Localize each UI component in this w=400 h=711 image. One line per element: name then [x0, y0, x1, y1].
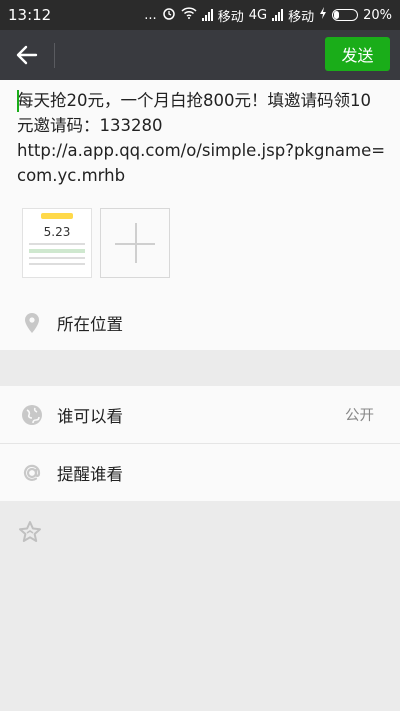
thumbnail-amount: 5.23 [43, 225, 71, 239]
image-thumbnail[interactable]: 5.23 [22, 208, 92, 278]
star-icon[interactable] [18, 520, 42, 544]
thumbnail-bar [29, 249, 85, 253]
carrier-2: 移动 [288, 9, 315, 25]
signal-icon-2 [272, 9, 284, 21]
thumbnail-line [29, 263, 85, 265]
battery-percent: 20% [363, 7, 392, 23]
send-button[interactable]: 发送 [325, 37, 390, 71]
title-divider [54, 43, 55, 68]
status-bar: 13:12 ... 移动 4G 移动 20% [0, 0, 400, 30]
compose-panel: 每天抢20元，一个月白抢800元！填邀请码领10元邀请码：133280 http… [0, 80, 400, 350]
location-label: 所在位置 [57, 315, 123, 334]
title-bar: 发送 [0, 30, 400, 80]
add-image-button[interactable] [100, 208, 170, 278]
location-pin-icon [20, 311, 44, 335]
thumbnail-header [41, 213, 73, 219]
settings-list: 谁可以看 公开 提醒谁看 [0, 386, 400, 501]
charging-icon [319, 7, 327, 23]
thumbnail-line [29, 257, 85, 259]
visibility-value: 公开 [345, 408, 374, 424]
notification-dots: ... [144, 7, 157, 23]
at-icon [20, 461, 44, 485]
back-arrow-icon[interactable] [14, 42, 40, 68]
remind-label: 提醒谁看 [57, 464, 123, 484]
carrier-1: 移动 [217, 9, 244, 25]
signal-icon [201, 9, 213, 21]
text-caret [17, 90, 19, 112]
location-row[interactable]: 所在位置 [0, 298, 400, 348]
wifi-icon [181, 7, 197, 23]
visibility-label: 谁可以看 [57, 406, 123, 426]
compose-text-input[interactable]: 每天抢20元，一个月白抢800元！填邀请码领10元邀请码：133280 http… [17, 88, 387, 188]
battery-icon [332, 9, 359, 21]
thumbnail-line [29, 243, 85, 245]
network-type: 4G [248, 7, 268, 23]
status-indicators: ... 移动 4G 移动 20% [144, 6, 392, 25]
status-time: 13:12 [8, 6, 52, 24]
alarm-icon [162, 6, 176, 24]
remind-row[interactable]: 提醒谁看 [0, 444, 400, 501]
visibility-row[interactable]: 谁可以看 公开 [0, 386, 400, 444]
plus-icon [135, 223, 137, 263]
globe-icon [20, 403, 44, 427]
